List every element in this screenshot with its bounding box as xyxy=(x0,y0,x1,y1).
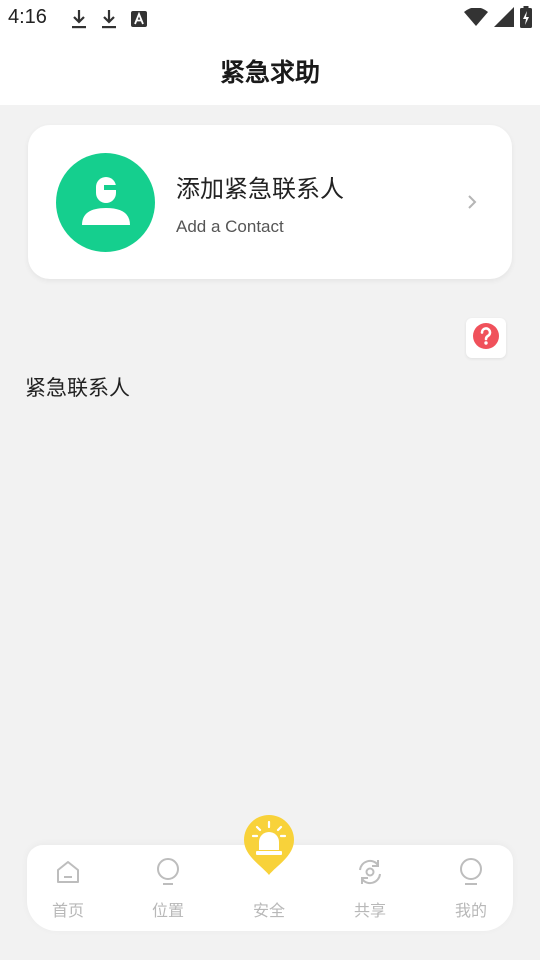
tab-mine-label: 我的 xyxy=(454,901,487,920)
tab-location[interactable]: 位置 xyxy=(128,845,208,931)
page-title: 紧急求助 xyxy=(219,57,320,87)
download-icon xyxy=(98,8,120,30)
location-pin-icon xyxy=(153,857,183,887)
tab-location-label: 位置 xyxy=(151,901,184,920)
tab-mine[interactable]: 我的 xyxy=(431,845,511,931)
add-contact-title: 添加紧急联系人 xyxy=(176,175,344,203)
wifi-icon xyxy=(464,6,488,28)
battery-charging-icon xyxy=(520,6,532,28)
contacts-section-label: 紧急联系人 xyxy=(25,376,130,400)
add-contact-subtitle: Add a Contact xyxy=(176,217,284,236)
chevron-right-icon xyxy=(462,191,482,213)
download-icon xyxy=(68,8,90,30)
system-icons xyxy=(464,6,532,28)
home-icon xyxy=(53,857,83,887)
tab-home[interactable]: 首页 xyxy=(28,845,108,931)
user-icon xyxy=(456,857,486,887)
app-header: 紧急求助 xyxy=(0,36,540,105)
share-sync-icon xyxy=(355,857,385,887)
notification-icons xyxy=(68,8,150,30)
person-icon xyxy=(56,153,155,252)
help-button[interactable] xyxy=(466,318,506,358)
add-contact-card[interactable]: 添加紧急联系人 Add a Contact xyxy=(28,125,512,279)
tab-home-label: 首页 xyxy=(51,901,84,920)
status-bar: 4:16 xyxy=(0,0,540,36)
tab-share-label: 共享 xyxy=(353,901,386,920)
status-time: 4:16 xyxy=(8,6,47,28)
font-a-icon xyxy=(128,8,150,30)
cell-signal-icon xyxy=(494,6,514,28)
tab-share[interactable]: 共享 xyxy=(330,845,410,931)
alarm-siren-icon[interactable] xyxy=(242,814,296,876)
question-circle-icon xyxy=(472,322,500,354)
tab-safety-label: 安全 xyxy=(252,901,285,920)
